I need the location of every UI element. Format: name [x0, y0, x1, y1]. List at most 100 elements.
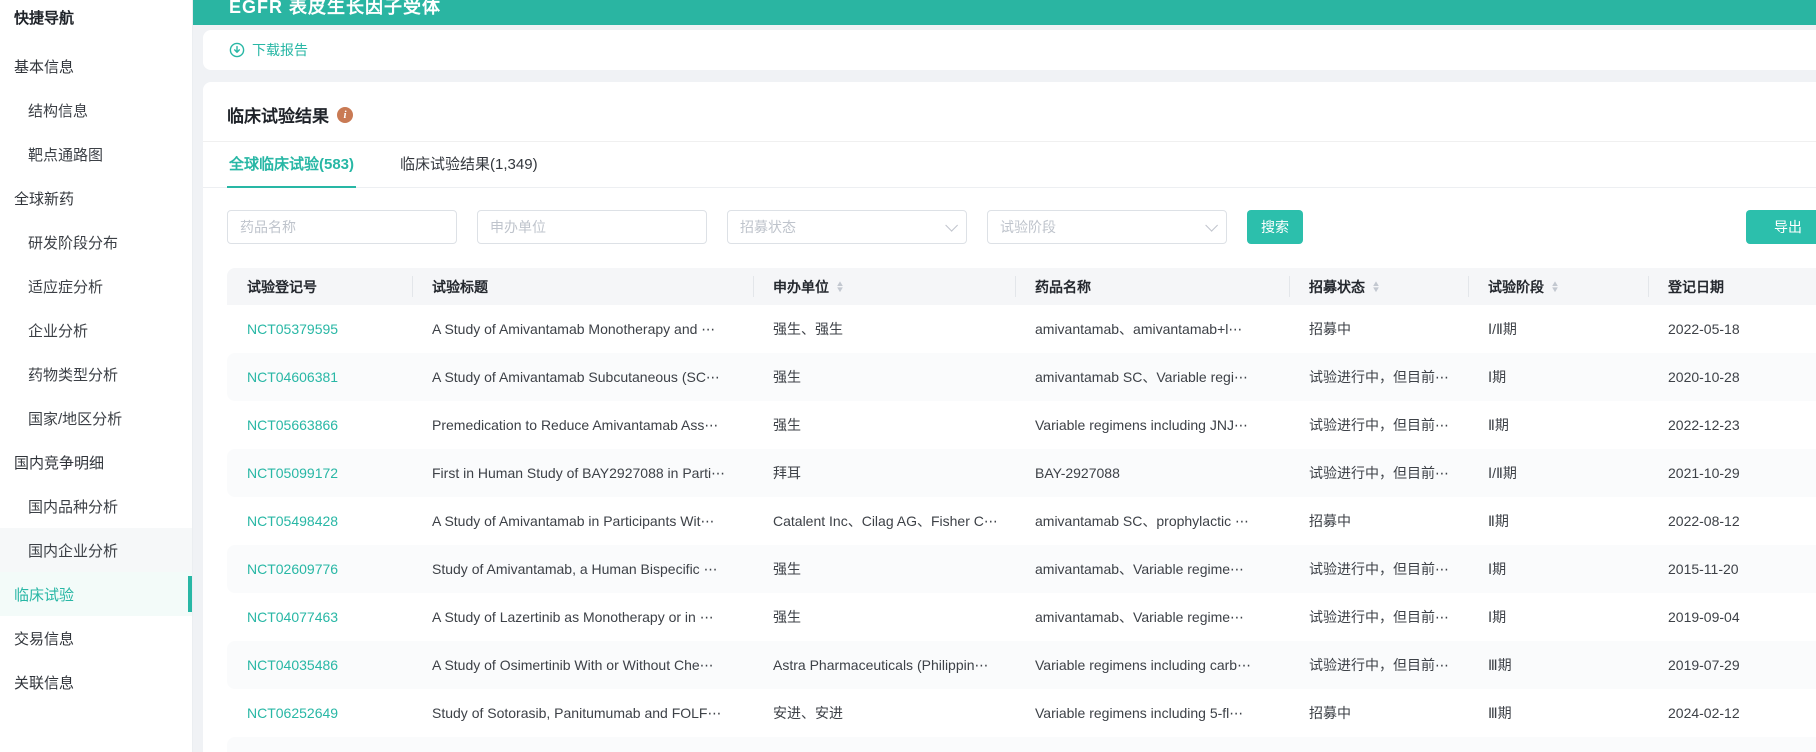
chevron-down-icon	[945, 219, 958, 232]
table-row: NCT05379595 A Study of Amivantamab Monot…	[227, 305, 1816, 353]
trial-title-cell: A Study of Osimertinib With or Without C…	[412, 641, 753, 689]
recruit-status-select[interactable]: 招募状态	[727, 210, 967, 244]
col-header-trial-phase[interactable]: 试验阶段▲▼	[1468, 268, 1648, 305]
table-row: NCT04077463 A Study of Lazertinib as Mon…	[227, 593, 1816, 641]
table-row: NCT04035486 A Study of Osimertinib With …	[227, 641, 1816, 689]
sidebar-item-domestic-variety-analysis[interactable]: 国内品种分析	[0, 484, 192, 528]
col-header-drug-name: 药品名称	[1015, 268, 1289, 305]
trial-id-link[interactable]: NCT05099172	[247, 465, 338, 481]
download-report-button[interactable]: 下载报告	[229, 40, 308, 60]
sidebar-item-global-new-drugs[interactable]: 全球新药	[0, 176, 192, 220]
trial-id-link[interactable]: NCT04077463	[247, 609, 338, 625]
table-row: NCT06252649 Study of Sotorasib, Panitumu…	[227, 689, 1816, 737]
drug-name-input[interactable]	[227, 210, 457, 244]
trial-title-cell: A Study of Amivantamab in Participants W…	[412, 497, 753, 545]
trial-id-link[interactable]: NCT05498428	[247, 513, 338, 529]
sponsor-cell: 阿斯利康、阿斯利康	[753, 737, 1015, 752]
export-button[interactable]: 导出	[1746, 210, 1816, 244]
sponsor-cell: 强生	[753, 401, 1015, 449]
section-header: 临床试验结果 i	[203, 82, 1816, 142]
col-header-trial-title: 试验标题	[412, 268, 753, 305]
target-header-bar: EGFR 表皮生长因子受体	[193, 0, 1816, 25]
sidebar-item-drug-type-analysis[interactable]: 药物类型分析	[0, 352, 192, 396]
trial-id-link[interactable]: NCT02609776	[247, 561, 338, 577]
trial-phase-cell: Ⅲ期	[1468, 737, 1648, 752]
sidebar-item-company-analysis[interactable]: 企业分析	[0, 308, 192, 352]
sort-icon[interactable]: ▲▼	[1372, 281, 1380, 293]
drug-name-cell: amivantamab SC、prophylactic ⋯	[1015, 497, 1289, 545]
trial-title-cell: A Study of Amivantamab Monotherapy and ⋯	[412, 305, 753, 353]
col-header-recruit-status[interactable]: 招募状态▲▼	[1289, 268, 1468, 305]
trial-phase-cell: Ⅲ期	[1468, 641, 1648, 689]
register-date-cell: 2024-02-12	[1648, 689, 1816, 737]
recruit-status-cell: 完成招募	[1289, 737, 1468, 752]
sponsor-input[interactable]	[477, 210, 707, 244]
trial-title-cell: A Study of Lazertinib as Monotherapy or …	[412, 593, 753, 641]
trial-phase-cell: Ⅰ期	[1468, 593, 1648, 641]
register-date-cell: 2019-09-04	[1648, 593, 1816, 641]
sidebar-item-target-pathway-map[interactable]: 靶点通路图	[0, 132, 192, 176]
sort-icon[interactable]: ▲▼	[1551, 281, 1559, 293]
drug-name-cell: amivantamab SC、Variable regi⋯	[1015, 353, 1289, 401]
trial-title-cell: Study of Sotorasib, Panitumumab and FOLF…	[412, 689, 753, 737]
register-date-cell: 2019-07-29	[1648, 641, 1816, 689]
sidebar-item-rd-stage-distribution[interactable]: 研发阶段分布	[0, 220, 192, 264]
table-row: NCT05663866 Premedication to Reduce Amiv…	[227, 401, 1816, 449]
tab-global-clinical-trials[interactable]: 全球临床试验(583)	[227, 142, 356, 188]
app-window: 快捷导航 基本信息 结构信息 靶点通路图 全球新药 研发阶段分布 适应症分析 企…	[0, 0, 1816, 752]
sponsor-cell: 强生	[753, 353, 1015, 401]
sidebar-item-structure-info[interactable]: 结构信息	[0, 88, 192, 132]
table-body: NCT05379595 A Study of Amivantamab Monot…	[227, 305, 1816, 752]
sponsor-cell: 强生、强生	[753, 305, 1015, 353]
register-date-cell: 2022-05-18	[1648, 305, 1816, 353]
sponsor-cell: Catalent Inc、Cilag AG、Fisher C⋯	[753, 497, 1015, 545]
tab-clinical-trial-results[interactable]: 临床试验结果(1,349)	[398, 142, 540, 188]
trial-title-cell: Study of Amivantamab, a Human Bispecific…	[412, 545, 753, 593]
trial-phase-cell: Ⅰ期	[1468, 545, 1648, 593]
table-header-row: 试验登记号 试验标题 申办单位▲▼ 药品名称 招募状态▲▼ 试验阶段▲▼ 登记日…	[227, 268, 1816, 305]
search-button[interactable]: 搜索	[1247, 210, 1303, 244]
register-date-cell: 2021-10-29	[1648, 449, 1816, 497]
trials-tabs: 全球临床试验(583) 临床试验结果(1,349)	[203, 142, 1816, 188]
clinical-trials-card: 临床试验结果 i 全球临床试验(583) 临床试验结果(1,349) 招募状态 …	[203, 82, 1816, 752]
info-icon[interactable]: i	[337, 107, 353, 123]
trial-id-link[interactable]: NCT06252649	[247, 705, 338, 721]
trial-phase-cell: Ⅱ期	[1468, 497, 1648, 545]
trial-phase-cell: Ⅱ期	[1468, 401, 1648, 449]
col-header-registry-id: 试验登记号	[227, 268, 412, 305]
drug-name-cell: amivantamab、Variable regime⋯	[1015, 545, 1289, 593]
page-title: EGFR 表皮生长因子受体	[229, 0, 1816, 19]
drug-name-cell: amivantamab、Variable regime⋯	[1015, 593, 1289, 641]
recruit-status-cell: 试验进行中，但目前⋯	[1289, 353, 1468, 401]
sponsor-cell: 安进、安进	[753, 689, 1015, 737]
trial-id-link[interactable]: NCT04035486	[247, 657, 338, 673]
recruit-status-cell: 招募中	[1289, 497, 1468, 545]
sidebar-item-domestic-competition-detail[interactable]: 国内竞争明细	[0, 440, 192, 484]
sidebar-item-clinical-trials[interactable]: 临床试验	[0, 572, 192, 616]
trial-id-link[interactable]: NCT05379595	[247, 321, 338, 337]
col-header-sponsor[interactable]: 申办单位▲▼	[753, 268, 1015, 305]
register-date-cell: 2020-10-28	[1648, 353, 1816, 401]
trial-phase-cell: Ⅰ/Ⅱ期	[1468, 305, 1648, 353]
sidebar-item-related-info[interactable]: 关联信息	[0, 660, 192, 704]
sidebar-title: 快捷导航	[0, 2, 192, 32]
register-date-cell: 2015-11-20	[1648, 545, 1816, 593]
drug-name-cell: BAY-2927088	[1015, 449, 1289, 497]
drug-name-cell: amivantamab、amivantamab+l⋯	[1015, 305, 1289, 353]
trial-phase-cell: Ⅲ期	[1468, 689, 1648, 737]
trial-id-link[interactable]: NCT05663866	[247, 417, 338, 433]
trial-id-link[interactable]: NCT04606381	[247, 369, 338, 385]
trial-phase-select[interactable]: 试验阶段	[987, 210, 1227, 244]
sidebar-item-basic-info[interactable]: 基本信息	[0, 44, 192, 88]
trials-table: 试验登记号 试验标题 申办单位▲▼ 药品名称 招募状态▲▼ 试验阶段▲▼ 登记日…	[227, 268, 1816, 752]
recruit-status-cell: 试验进行中，但目前⋯	[1289, 545, 1468, 593]
chevron-down-icon	[1205, 219, 1218, 232]
trial-title-cell: A Study of Amivantamab Subcutaneous (SC⋯	[412, 353, 753, 401]
col-header-register-date: 登记日期	[1648, 268, 1816, 305]
sort-icon[interactable]: ▲▼	[836, 281, 844, 293]
sidebar-item-indication-analysis[interactable]: 适应症分析	[0, 264, 192, 308]
sidebar-item-domestic-company-analysis[interactable]: 国内企业分析	[0, 528, 192, 572]
sidebar-item-transaction-info[interactable]: 交易信息	[0, 616, 192, 660]
sidebar-item-country-region-analysis[interactable]: 国家/地区分析	[0, 396, 192, 440]
drug-name-cell: 奥希替尼、Variable regimens inc⋯	[1015, 737, 1289, 752]
